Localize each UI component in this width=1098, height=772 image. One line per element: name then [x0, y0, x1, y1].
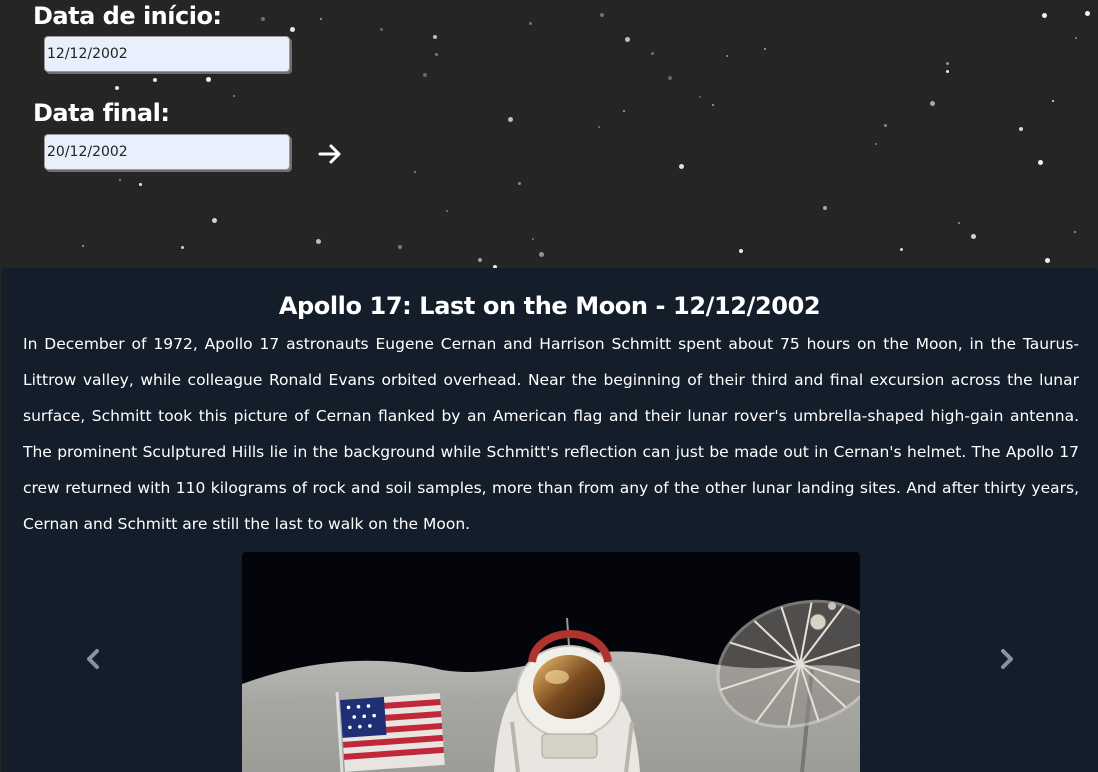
carousel-prev-button[interactable]: [78, 644, 108, 674]
date-range-form: Data de início: Data final:: [0, 0, 1098, 268]
start-date-input[interactable]: [44, 36, 290, 72]
arrow-right-icon: [318, 144, 341, 164]
image-carousel: [1, 552, 1098, 772]
start-date-label: Data de início:: [33, 2, 222, 30]
chevron-left-icon: [87, 649, 99, 669]
page: Data de início: Data final: Apollo 17: L…: [0, 0, 1098, 772]
end-date-label: Data final:: [33, 99, 170, 127]
apod-title: Apollo 17: Last on the Moon - 12/12/2002: [278, 292, 821, 320]
astronaut-on-moon-image: [242, 552, 860, 772]
chevron-right-icon: [1001, 649, 1013, 669]
end-date-input[interactable]: [44, 134, 290, 170]
apod-explanation: In December of 1972, Apollo 17 astronaut…: [23, 335, 1079, 533]
carousel-next-button[interactable]: [992, 644, 1022, 674]
apod-image: [242, 552, 860, 772]
search-submit-button[interactable]: [312, 136, 348, 172]
apod-card: Apollo 17: Last on the Moon - 12/12/2002…: [1, 268, 1098, 772]
